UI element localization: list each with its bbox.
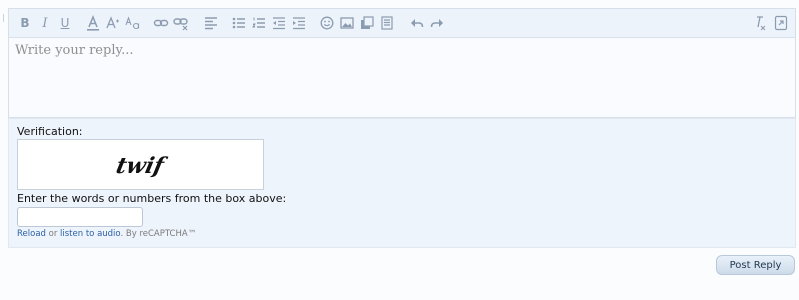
numbered-list-icon[interactable] <box>251 13 267 33</box>
unlink-icon[interactable] <box>173 13 189 33</box>
indent-icon[interactable] <box>291 13 307 33</box>
captcha-image: twif <box>17 139 264 190</box>
left-edge-stub <box>0 14 4 22</box>
underline-button[interactable]: U <box>57 13 73 33</box>
font-size-icon[interactable] <box>105 13 121 33</box>
reply-textarea[interactable] <box>9 38 795 117</box>
insert-icon[interactable] <box>379 13 395 33</box>
redo-icon[interactable] <box>429 13 445 33</box>
italic-button[interactable]: I <box>37 13 53 33</box>
remove-format-icon[interactable] <box>751 13 767 33</box>
verification-label: Verification: <box>17 125 83 138</box>
editor-toolbar: B I U <box>9 9 795 38</box>
recaptcha-options: Reload or listen to audio. By reCAPTCHA™ <box>17 229 196 239</box>
bullet-list-icon[interactable] <box>231 13 247 33</box>
captcha-instructions: Enter the words or numbers from the box … <box>17 192 287 205</box>
smiley-icon[interactable] <box>319 13 335 33</box>
verification-panel: Verification: twif Enter the words or nu… <box>8 118 796 248</box>
bold-button[interactable]: B <box>17 13 33 33</box>
link-icon[interactable] <box>153 13 169 33</box>
or-text: or <box>48 229 58 239</box>
reload-link[interactable]: Reload <box>17 229 46 239</box>
media-icon[interactable] <box>359 13 375 33</box>
listen-to-audio-link[interactable]: listen to audio <box>60 229 120 239</box>
font-family-icon[interactable] <box>125 13 141 33</box>
captcha-answer-input[interactable] <box>17 207 143 227</box>
align-icon[interactable] <box>203 13 219 33</box>
image-icon[interactable] <box>339 13 355 33</box>
reply-editor: B I U <box>8 8 796 118</box>
recaptcha-credit: . By reCAPTCHA™ <box>120 229 197 239</box>
toggle-bbcode-icon[interactable] <box>773 13 789 33</box>
undo-icon[interactable] <box>409 13 425 33</box>
post-reply-button[interactable]: Post Reply <box>716 255 795 275</box>
outdent-icon[interactable] <box>271 13 287 33</box>
text-color-icon[interactable] <box>85 13 101 33</box>
captcha-text: twif <box>114 153 170 179</box>
